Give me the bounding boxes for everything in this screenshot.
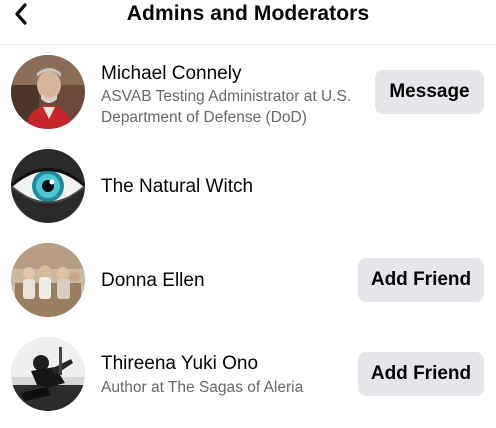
- member-subtitle: Author at The Sagas of Aleria: [101, 379, 304, 396]
- avatar[interactable]: [11, 243, 85, 317]
- avatar[interactable]: [11, 149, 85, 223]
- add-friend-button[interactable]: Add Friend: [358, 352, 484, 396]
- member-row[interactable]: The Natural Witch: [0, 139, 496, 233]
- member-row[interactable]: Thireena Yuki Ono Author at The Sagas of…: [0, 327, 496, 421]
- member-subtitle: ASVAB Testing Administrator at U.S.: [101, 88, 352, 105]
- add-friend-button[interactable]: Add Friend: [358, 258, 484, 302]
- member-subtitle: Department of Defense (DoD): [101, 109, 307, 126]
- member-name[interactable]: Thireena Yuki Ono: [101, 353, 258, 375]
- member-row[interactable]: Michael Connely ASVAB Testing Administra…: [0, 45, 496, 139]
- member-row[interactable]: Donna Ellen Add Friend: [0, 233, 496, 327]
- avatar[interactable]: [11, 337, 85, 411]
- member-name[interactable]: Donna Ellen: [101, 270, 205, 292]
- message-button[interactable]: Message: [375, 70, 484, 114]
- avatar[interactable]: [11, 55, 85, 129]
- member-name[interactable]: Michael Connely: [101, 63, 241, 85]
- page-title: Admins and Moderators: [126, 2, 370, 25]
- top-bar: Admins and Moderators: [0, 0, 496, 45]
- member-name[interactable]: The Natural Witch: [101, 176, 253, 198]
